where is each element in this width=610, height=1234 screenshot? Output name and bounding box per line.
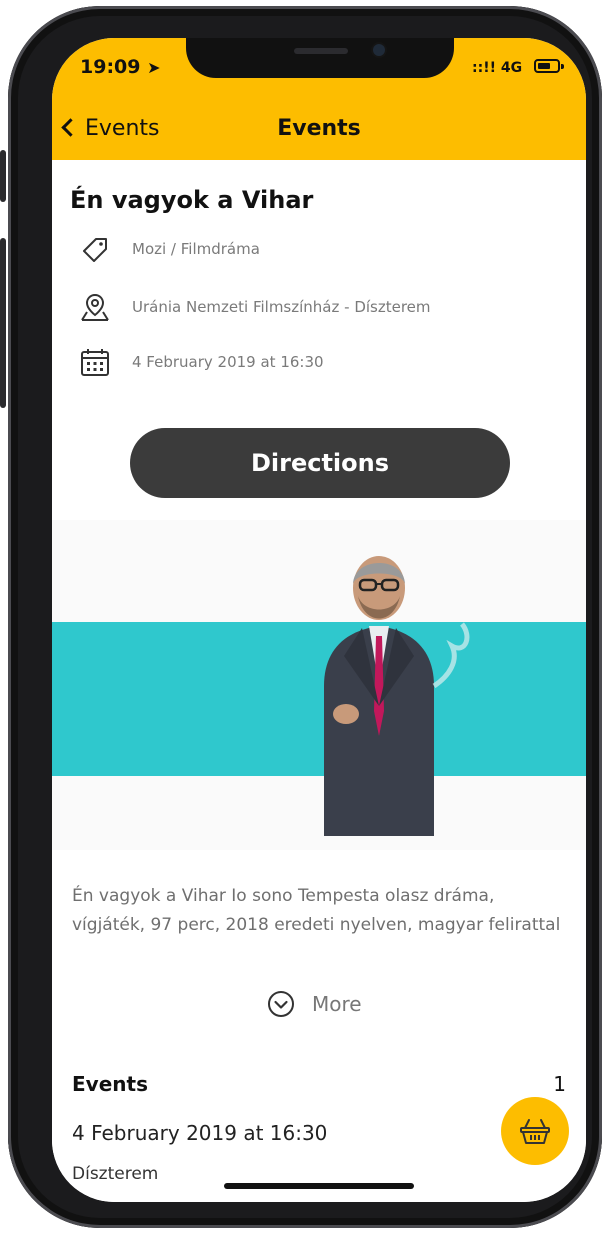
- category-label: Mozi / Filmdráma: [132, 240, 260, 258]
- event-detail: Én vagyok a Vihar Mozi / Filmdráma Uráni…: [52, 160, 586, 1202]
- directions-button[interactable]: Directions: [130, 428, 510, 498]
- events-count: 1: [553, 1072, 566, 1096]
- basket-icon: [520, 1119, 550, 1144]
- battery-tip: [561, 64, 564, 69]
- calendar-icon: [78, 345, 112, 379]
- venue-row: Uránia Nemzeti Filmszínház - Díszterem: [78, 290, 431, 324]
- event-item-date[interactable]: 4 February 2019 at 16:30: [72, 1121, 327, 1145]
- datetime-label: 4 February 2019 at 16:30: [132, 353, 324, 371]
- events-heading: Events: [72, 1072, 148, 1096]
- chevron-down-circle-icon: [268, 991, 294, 1017]
- home-indicator[interactable]: [224, 1183, 414, 1189]
- nav-title: Events: [277, 116, 361, 141]
- venue-label: Uránia Nemzeti Filmszínház - Díszterem: [132, 298, 431, 316]
- more-button[interactable]: More: [266, 989, 362, 1019]
- app-screen: 19:09 ➤ ::!! 4G Events Events Én vagyok …: [52, 38, 586, 1202]
- event-description: Én vagyok a Vihar Io sono Tempesta olasz…: [72, 886, 561, 935]
- status-signal: ::!! 4G: [472, 60, 523, 76]
- battery-icon: [534, 59, 560, 73]
- event-title: Én vagyok a Vihar: [70, 186, 314, 214]
- category-row: Mozi / Filmdráma: [78, 232, 260, 266]
- speaker: [294, 48, 348, 54]
- location-pin-icon: [78, 290, 112, 324]
- event-item-place: Díszterem: [72, 1164, 159, 1184]
- add-to-basket-button[interactable]: [501, 1097, 569, 1165]
- tag-icon: [78, 232, 112, 266]
- volume-down-button: [0, 312, 6, 408]
- app-header: 19:09 ➤ ::!! 4G Events Events: [52, 38, 586, 160]
- location-arrow-icon: ➤: [147, 58, 161, 77]
- event-poster: [52, 520, 586, 850]
- more-label: More: [312, 992, 362, 1016]
- poster-figure: [324, 556, 470, 836]
- front-camera: [373, 44, 385, 56]
- status-time: 19:09 ➤: [80, 56, 161, 78]
- mute-switch: [0, 150, 6, 202]
- datetime-row: 4 February 2019 at 16:30: [78, 345, 324, 379]
- notch: [186, 38, 454, 78]
